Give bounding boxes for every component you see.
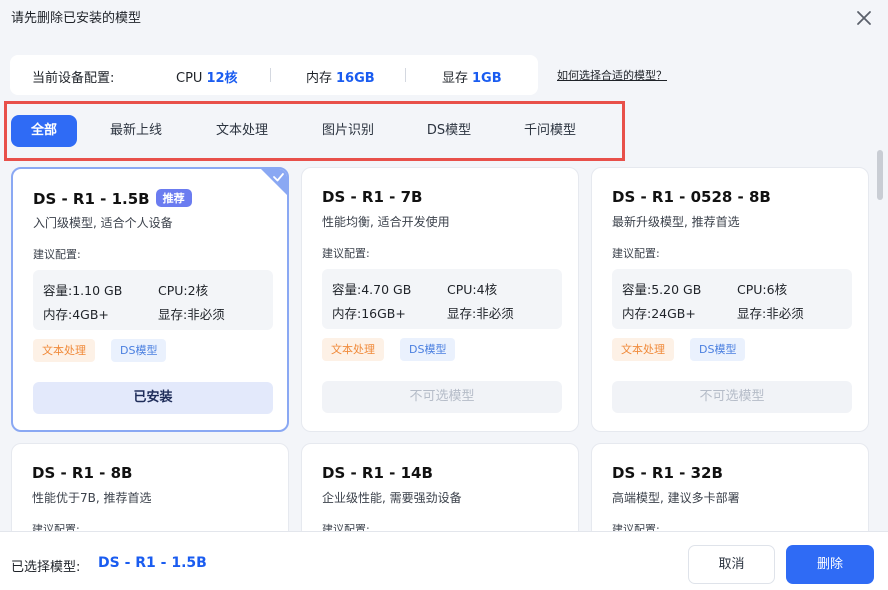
spec-box: 容量:4.70 GB CPU:4核 内存:16GB+ 显存:非必须 (322, 269, 562, 329)
spec-capacity-value: 4.70 GB (361, 282, 412, 297)
spec-vram-label: 显存: (158, 307, 188, 322)
selected-model-value: DS - R1 - 1.5B (98, 555, 207, 571)
selected-check-icon (261, 169, 287, 195)
spec-cpu-label: CPU: (158, 283, 188, 298)
tag-text-processing: 文本处理 (612, 338, 674, 361)
device-vram: 显存 1GB (442, 67, 502, 86)
divider (270, 68, 271, 82)
close-icon[interactable] (854, 8, 874, 28)
spec-capacity: 容量:4.70 GB (332, 279, 411, 298)
tab-text-processing[interactable]: 文本处理 (202, 115, 282, 147)
spec-vram-label: 显存: (447, 306, 477, 321)
spec-cpu: CPU:6核 (737, 279, 787, 298)
spec-vram-value: 非必须 (187, 307, 225, 322)
spec-memory-label: 内存: (332, 306, 362, 321)
unavailable-model-button: 不可选模型 (322, 381, 562, 413)
device-memory: 内存 16GB (306, 67, 375, 86)
tag-ds-model: DS模型 (690, 338, 746, 361)
model-name: DS - R1 - 0528 - 8B (612, 188, 771, 206)
tab-qwen-models[interactable]: 千问模型 (510, 115, 590, 147)
device-cpu-label: CPU (176, 71, 203, 86)
model-name: DS - R1 - 8B (32, 464, 133, 482)
spec-cpu: CPU:4核 (447, 279, 497, 298)
recommended-badge: 推荐 (155, 189, 192, 207)
model-description: 高端模型, 建议多卡部署 (612, 491, 740, 505)
spec-vram: 显存:非必须 (447, 303, 514, 322)
spec-memory: 内存:4GB+ (43, 304, 109, 323)
spec-cpu-value: 4核 (476, 282, 498, 297)
delete-model-dialog: 请先删除已安装的模型 当前设备配置: CPU 12核 内存 16GB 显存 1GB 如… (0, 0, 888, 590)
model-name: DS - R1 - 1.5B 推荐 (33, 189, 192, 208)
spec-memory: 内存:24GB+ (622, 303, 696, 322)
spec-cpu-value: 6核 (766, 282, 788, 297)
tab-image-recognition[interactable]: 图片识别 (308, 115, 388, 147)
tag-text-processing: 文本处理 (322, 338, 384, 361)
spec-vram-value: 非必须 (766, 306, 804, 321)
spec-vram: 显存:非必须 (158, 304, 225, 323)
spec-memory: 内存:16GB+ (332, 303, 406, 322)
tab-latest[interactable]: 最新上线 (96, 115, 176, 147)
dialog-titlebar: 请先删除已安装的模型 (0, 0, 888, 36)
model-description: 企业级性能, 需要强劲设备 (322, 491, 462, 505)
spec-capacity-label: 容量: (43, 283, 73, 298)
model-name: DS - R1 - 14B (322, 464, 433, 482)
spec-memory-value: 4GB+ (72, 307, 109, 322)
spec-memory-value: 24GB+ (651, 306, 696, 321)
suggested-config-label: 建议配置: (322, 247, 370, 260)
spec-capacity: 容量:1.10 GB (43, 280, 122, 299)
model-card-ds-r1-0528-8b[interactable]: DS - R1 - 0528 - 8B 最新升级模型, 推荐首选 建议配置: 容… (591, 167, 869, 432)
scrollbar-thumb[interactable] (877, 150, 883, 200)
device-vram-value: 1GB (472, 71, 502, 86)
unavailable-model-button: 不可选模型 (612, 381, 852, 413)
model-card-ds-r1-1.5b[interactable]: DS - R1 - 1.5B 推荐 入门级模型, 适合个人设备 建议配置: 容量:… (11, 167, 289, 432)
model-name: DS - R1 - 7B (322, 188, 423, 206)
model-name: DS - R1 - 32B (612, 464, 723, 482)
spec-cpu: CPU:2核 (158, 280, 208, 299)
dialog-title: 请先删除已安装的模型 (11, 11, 142, 26)
spec-capacity-value: 1.10 GB (72, 283, 123, 298)
spec-cpu-value: 2核 (187, 283, 209, 298)
model-name-text: DS - R1 - 1.5B (33, 190, 150, 208)
spec-capacity-label: 容量: (622, 282, 652, 297)
spec-memory-value: 16GB+ (361, 306, 406, 321)
spec-capacity-label: 容量: (332, 282, 362, 297)
spec-memory-label: 内存: (43, 307, 73, 322)
suggested-config-label: 建议配置: (33, 248, 81, 261)
selected-model-label: 已选择模型: (11, 560, 81, 575)
spec-cpu-label: CPU: (737, 282, 767, 297)
spec-box: 容量:1.10 GB CPU:2核 内存:4GB+ 显存:非必须 (33, 270, 273, 330)
spec-vram: 显存:非必须 (737, 303, 804, 322)
cancel-button[interactable]: 取消 (688, 545, 775, 584)
model-card-ds-r1-7b[interactable]: DS - R1 - 7B 性能均衡, 适合开发使用 建议配置: 容量:4.70 … (301, 167, 579, 432)
spec-box: 容量:5.20 GB CPU:6核 内存:24GB+ 显存:非必须 (612, 269, 852, 329)
delete-button[interactable]: 删除 (786, 545, 874, 584)
spec-cpu-label: CPU: (447, 282, 477, 297)
tag-ds-model: DS模型 (111, 339, 167, 362)
suggested-config-label: 建议配置: (612, 247, 660, 260)
help-choose-model-link[interactable]: 如何选择合适的模型？ (557, 67, 667, 83)
device-memory-label: 内存 (306, 71, 333, 86)
device-config-label: 当前设备配置: (32, 71, 115, 86)
tab-ds-models[interactable]: DS模型 (414, 115, 484, 147)
tab-all[interactable]: 全部 (11, 115, 77, 147)
model-description: 性能均衡, 适合开发使用 (322, 215, 450, 229)
model-description: 入门级模型, 适合个人设备 (33, 216, 173, 230)
installed-button[interactable]: 已安装 (33, 382, 273, 414)
device-config-bar: 当前设备配置: CPU 12核 内存 16GB 显存 1GB (10, 55, 538, 95)
divider (405, 68, 406, 82)
spec-capacity-value: 5.20 GB (651, 282, 702, 297)
spec-capacity: 容量:5.20 GB (622, 279, 701, 298)
dialog-footer: 已选择模型: DS - R1 - 1.5B 取消 删除 (0, 531, 888, 590)
tag-text-processing: 文本处理 (33, 339, 95, 362)
device-vram-label: 显存 (442, 71, 469, 86)
spec-memory-label: 内存: (622, 306, 652, 321)
spec-vram-label: 显存: (737, 306, 767, 321)
model-description: 性能优于7B, 推荐首选 (32, 491, 152, 505)
model-description: 最新升级模型, 推荐首选 (612, 215, 740, 229)
device-memory-value: 16GB (336, 71, 375, 86)
tag-ds-model: DS模型 (400, 338, 456, 361)
device-cpu: CPU 12核 (176, 67, 238, 86)
spec-vram-value: 非必须 (476, 306, 514, 321)
device-cpu-value: 12核 (206, 71, 238, 86)
